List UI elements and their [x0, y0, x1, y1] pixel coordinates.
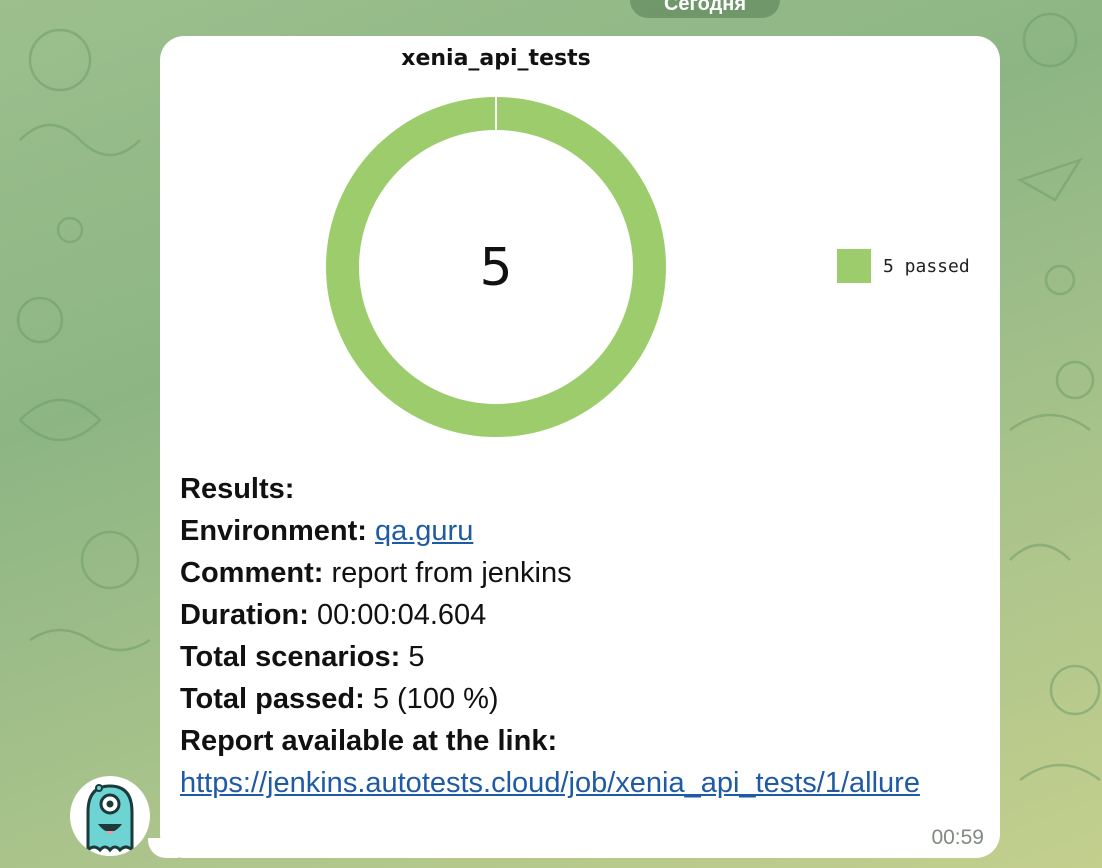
report-label-row: Report available at the link:: [180, 720, 990, 762]
comment-row: Comment: report from jenkins: [180, 552, 990, 594]
avatar[interactable]: [70, 776, 150, 856]
results-heading: Results:: [180, 473, 295, 505]
results-text: Results: Environment: qa.guru Comment: r…: [180, 468, 990, 804]
duration-label: Duration:: [180, 599, 309, 631]
donut-center-label: 5: [479, 238, 512, 298]
total-passed-value: 5 (100 %): [372, 683, 499, 715]
message-time: 00:59: [931, 826, 984, 849]
chart-legend: 5 passed: [837, 249, 970, 283]
report-label: Report available at the link:: [180, 725, 558, 757]
total-scenarios-label: Total scenarios:: [180, 641, 401, 673]
environment-label: Environment:: [180, 515, 367, 547]
total-passed-label: Total passed:: [180, 683, 365, 715]
duration-row: Duration: 00:00:04.604: [180, 594, 990, 636]
report-link[interactable]: https://jenkins.autotests.cloud/job/xeni…: [180, 767, 920, 799]
total-scenarios-value: 5: [408, 641, 425, 673]
chart-title: xenia_api_tests: [401, 46, 591, 71]
comment-label: Comment:: [180, 557, 324, 589]
comment-value: report from jenkins: [331, 557, 572, 589]
message-bubble[interactable]: xenia_api_tests 5 5 passed Results: Envi…: [160, 36, 1000, 858]
duration-value: 00:00:04.604: [316, 599, 487, 631]
donut-chart: 5: [326, 97, 666, 437]
environment-row: Environment: qa.guru: [180, 510, 990, 552]
environment-link[interactable]: qa.guru: [375, 515, 473, 547]
report-link-row: https://jenkins.autotests.cloud/job/xeni…: [180, 762, 985, 804]
date-pill: Сегодня: [630, 0, 780, 18]
legend-label-passed: 5 passed: [883, 255, 970, 277]
legend-swatch-passed: [837, 249, 871, 283]
total-scenarios-row: Total scenarios: 5: [180, 636, 990, 678]
one-eyed-monster-icon: [86, 784, 134, 854]
total-passed-row: Total passed: 5 (100 %): [180, 678, 990, 720]
